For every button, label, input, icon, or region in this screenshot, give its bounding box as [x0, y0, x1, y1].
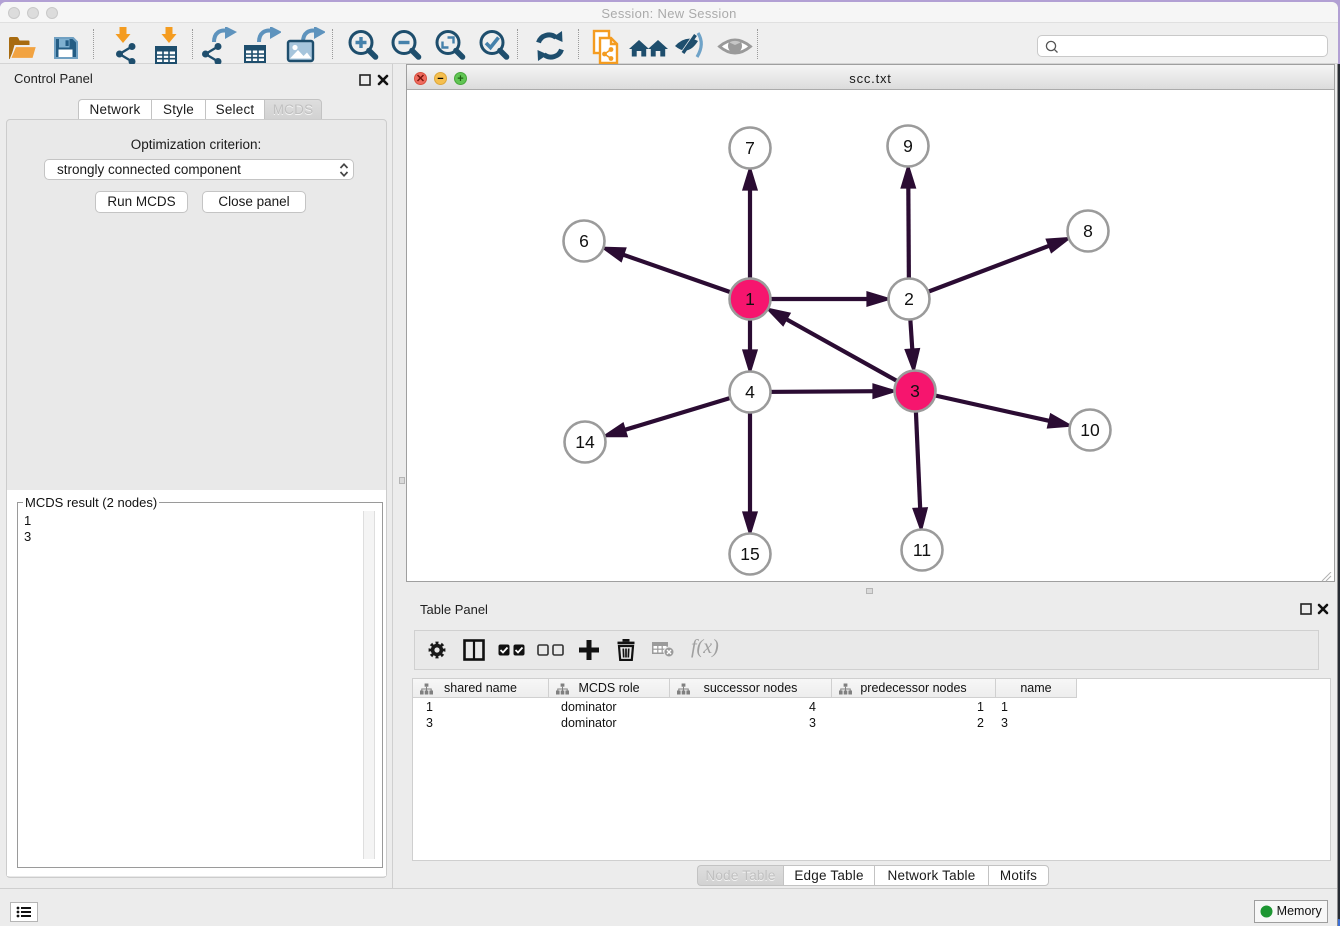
- svg-text:1: 1: [745, 289, 755, 309]
- svg-text:2: 2: [904, 289, 914, 309]
- svg-text:10: 10: [1080, 420, 1100, 440]
- svg-text:6: 6: [579, 231, 589, 251]
- svg-text:11: 11: [913, 540, 931, 560]
- svg-text:3: 3: [910, 381, 920, 401]
- svg-text:4: 4: [745, 382, 755, 402]
- svg-text:9: 9: [903, 136, 913, 156]
- svg-text:8: 8: [1083, 221, 1093, 241]
- svg-text:7: 7: [745, 138, 755, 158]
- svg-text:14: 14: [575, 432, 595, 452]
- svg-text:15: 15: [740, 544, 759, 564]
